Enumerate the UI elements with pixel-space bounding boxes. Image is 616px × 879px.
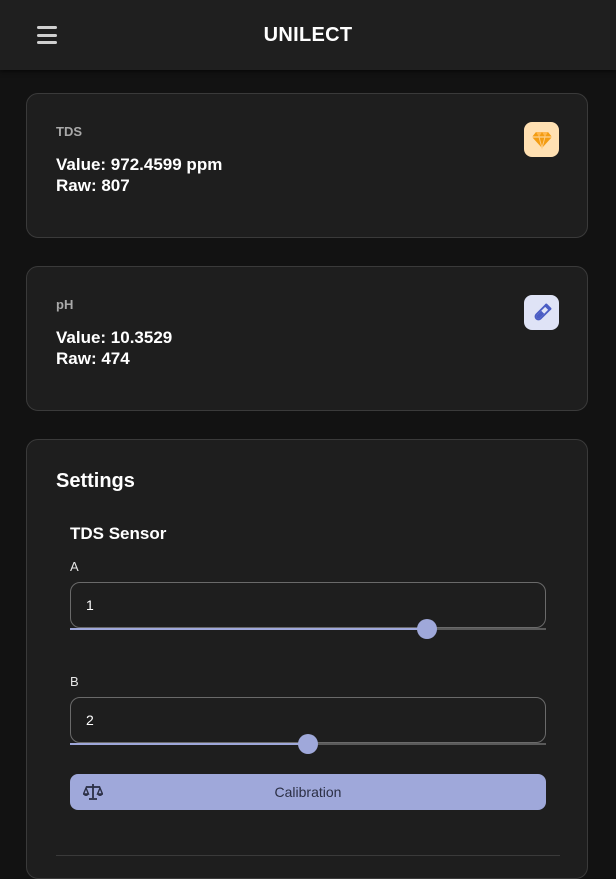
slider-fill xyxy=(70,628,427,630)
tds-card-label: TDS xyxy=(56,124,82,139)
calibration-button-label: Calibration xyxy=(274,784,342,800)
divider xyxy=(56,855,560,856)
field-a-slider[interactable] xyxy=(70,619,546,639)
test-tube-icon xyxy=(524,295,559,330)
menu-line xyxy=(37,26,57,29)
slider-thumb[interactable] xyxy=(417,619,437,639)
ph-readings: Value: 10.3529 Raw: 474 xyxy=(56,327,172,369)
field-a-label: A xyxy=(70,559,79,574)
field-b-label: B xyxy=(70,674,79,689)
slider-thumb[interactable] xyxy=(298,734,318,754)
tds-readings: Value: 972.4599 ppm Raw: 807 xyxy=(56,154,222,196)
ph-raw: Raw: 474 xyxy=(56,349,130,368)
ph-card-label: pH xyxy=(56,297,74,312)
tds-sensor-section-title: TDS Sensor xyxy=(70,524,167,543)
settings-title: Settings xyxy=(56,470,135,492)
menu-line xyxy=(37,33,57,37)
hamburger-menu-icon[interactable] xyxy=(34,23,60,47)
tds-raw: Raw: 807 xyxy=(56,176,130,195)
tds-card: TDS Value: 972.4599 ppm Raw: 807 xyxy=(26,93,588,238)
menu-line xyxy=(37,41,57,44)
slider-fill xyxy=(70,743,308,745)
ph-card: pH Value: 10.3529 Raw: 474 xyxy=(26,266,588,411)
app-bar: UNILECT xyxy=(0,0,616,70)
scale-balance-icon xyxy=(83,784,103,800)
diamond-icon xyxy=(524,122,559,157)
tds-value: Value: 972.4599 ppm xyxy=(56,155,223,174)
ph-value: Value: 10.3529 xyxy=(56,328,173,347)
field-b-slider[interactable] xyxy=(70,734,546,754)
calibration-button[interactable]: Calibration xyxy=(70,774,546,810)
app-title: UNILECT xyxy=(263,23,353,46)
settings-card: Settings TDS Sensor A B Calibration xyxy=(26,439,588,879)
